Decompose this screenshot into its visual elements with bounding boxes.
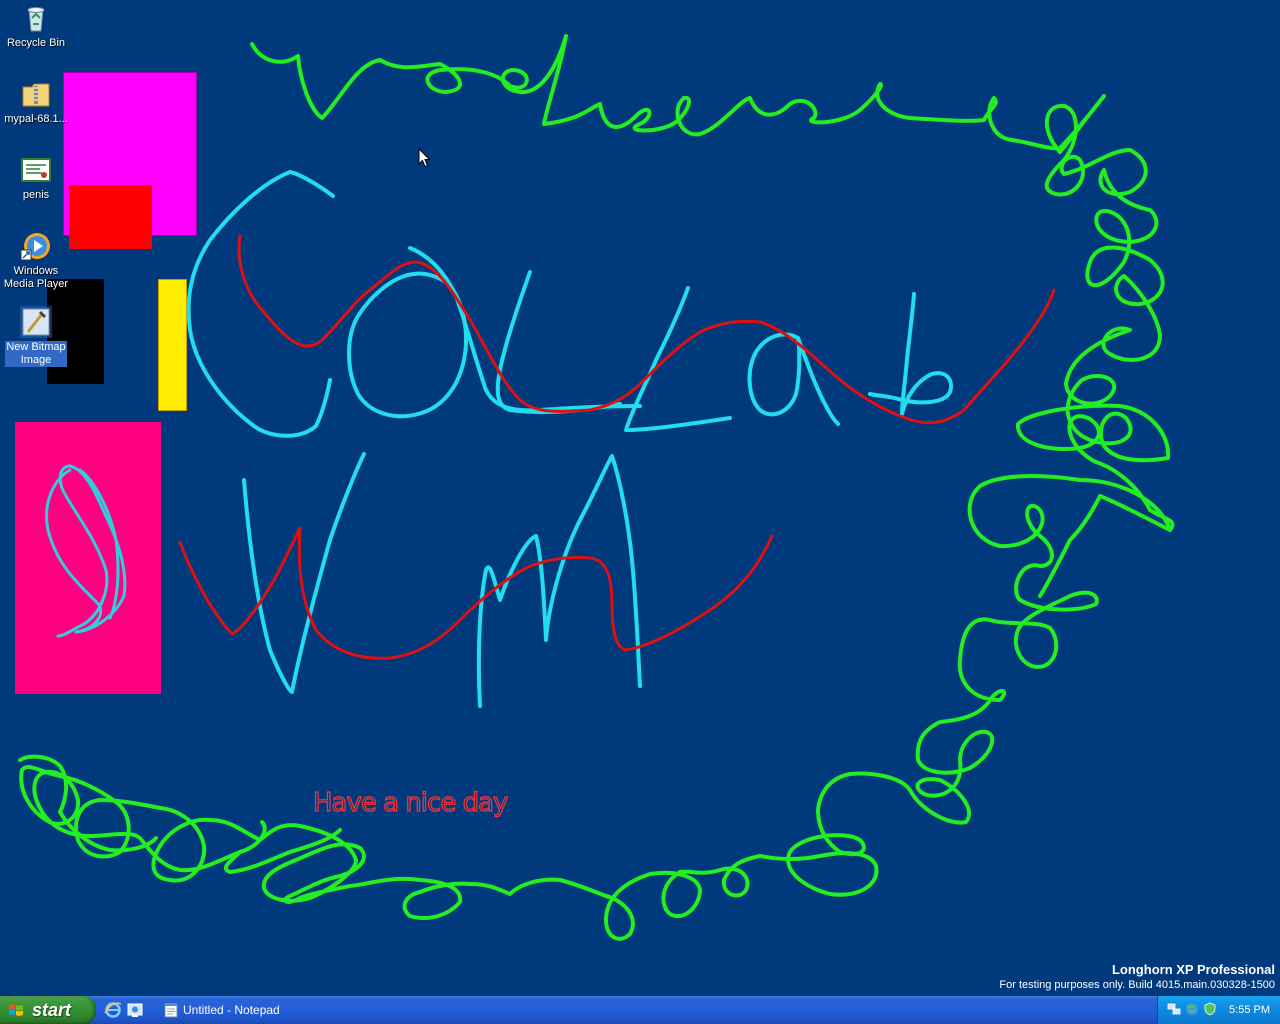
red-wave-upper xyxy=(237,234,1056,425)
internet-explorer-icon[interactable] xyxy=(104,1001,122,1019)
cyan-letter-c xyxy=(186,170,335,438)
cyan-letter-a xyxy=(747,332,840,426)
icon-label: Recycle Bin xyxy=(6,37,66,49)
icon-label: Windows Media Player xyxy=(3,265,69,290)
security-icon[interactable] xyxy=(1203,1002,1217,1016)
desktop-icon-recycle-bin[interactable]: Recycle Bin xyxy=(0,2,74,50)
system-tray: 5:55 PM xyxy=(1157,996,1280,1024)
green-stroke-top xyxy=(250,34,1106,154)
watermark-edition: Longhorn XP Professional xyxy=(1111,962,1275,977)
build-watermark: Longhorn XP Professional For testing pur… xyxy=(999,962,1275,992)
have-a-nice-day-text: Have a nice day xyxy=(312,787,509,818)
network-icon[interactable] xyxy=(1167,1002,1181,1016)
windows-flag-icon xyxy=(9,1004,23,1016)
clock[interactable]: 5:55 PM xyxy=(1229,996,1270,1024)
bitmap-image-icon xyxy=(20,306,52,338)
cyan-letter-l1 xyxy=(408,246,642,413)
desktop-icon-penis[interactable]: penis xyxy=(0,154,74,202)
zip-folder-icon xyxy=(20,78,52,110)
task-label: Untitled - Notepad xyxy=(183,1003,280,1017)
freehand-drawing xyxy=(18,34,1175,941)
globe-icon[interactable] xyxy=(1185,1002,1199,1016)
green-stroke-right-loops xyxy=(758,474,1172,897)
cyan-letter-b xyxy=(868,292,953,416)
desktop-icon-new-bitmap-image[interactable]: New Bitmap Image xyxy=(0,306,74,367)
cyan-squiggle-pink-box xyxy=(45,464,127,638)
taskbar-task-notepad[interactable]: Untitled - Notepad xyxy=(160,999,340,1021)
cyan-letter-l3 xyxy=(624,286,732,432)
green-stroke-left-loops xyxy=(19,765,358,883)
notepad-icon xyxy=(164,1003,178,1018)
watermark-build: For testing purposes only. Build 4015.ma… xyxy=(999,979,1275,991)
start-button[interactable]: start xyxy=(0,996,96,1024)
cyan-letter-w xyxy=(242,452,366,694)
cyan-letter-o xyxy=(347,271,468,419)
taskbar: start Untitled - Notepad 5:55 PM xyxy=(0,996,1280,1024)
icon-label: mypal-68.1... xyxy=(4,113,68,125)
desktop-icon-mypal[interactable]: mypal-68.1... xyxy=(0,78,74,126)
desktop-icon-windows-media-player[interactable]: Windows Media Player xyxy=(0,230,74,291)
mouse-cursor-icon xyxy=(418,148,430,168)
recycle-bin-icon xyxy=(20,2,52,34)
show-desktop-icon[interactable] xyxy=(126,1001,144,1019)
media-player-icon xyxy=(20,230,52,262)
desktop[interactable]: Recycle Bin mypal-68.1... penis Windows … xyxy=(0,0,1280,996)
green-stroke-bottom xyxy=(261,842,762,941)
certificate-icon xyxy=(20,154,52,186)
icon-label: penis xyxy=(22,189,50,201)
cyan-letter-l2 xyxy=(495,270,622,414)
icon-label: New Bitmap Image xyxy=(5,341,67,367)
start-label: start xyxy=(32,1000,72,1020)
